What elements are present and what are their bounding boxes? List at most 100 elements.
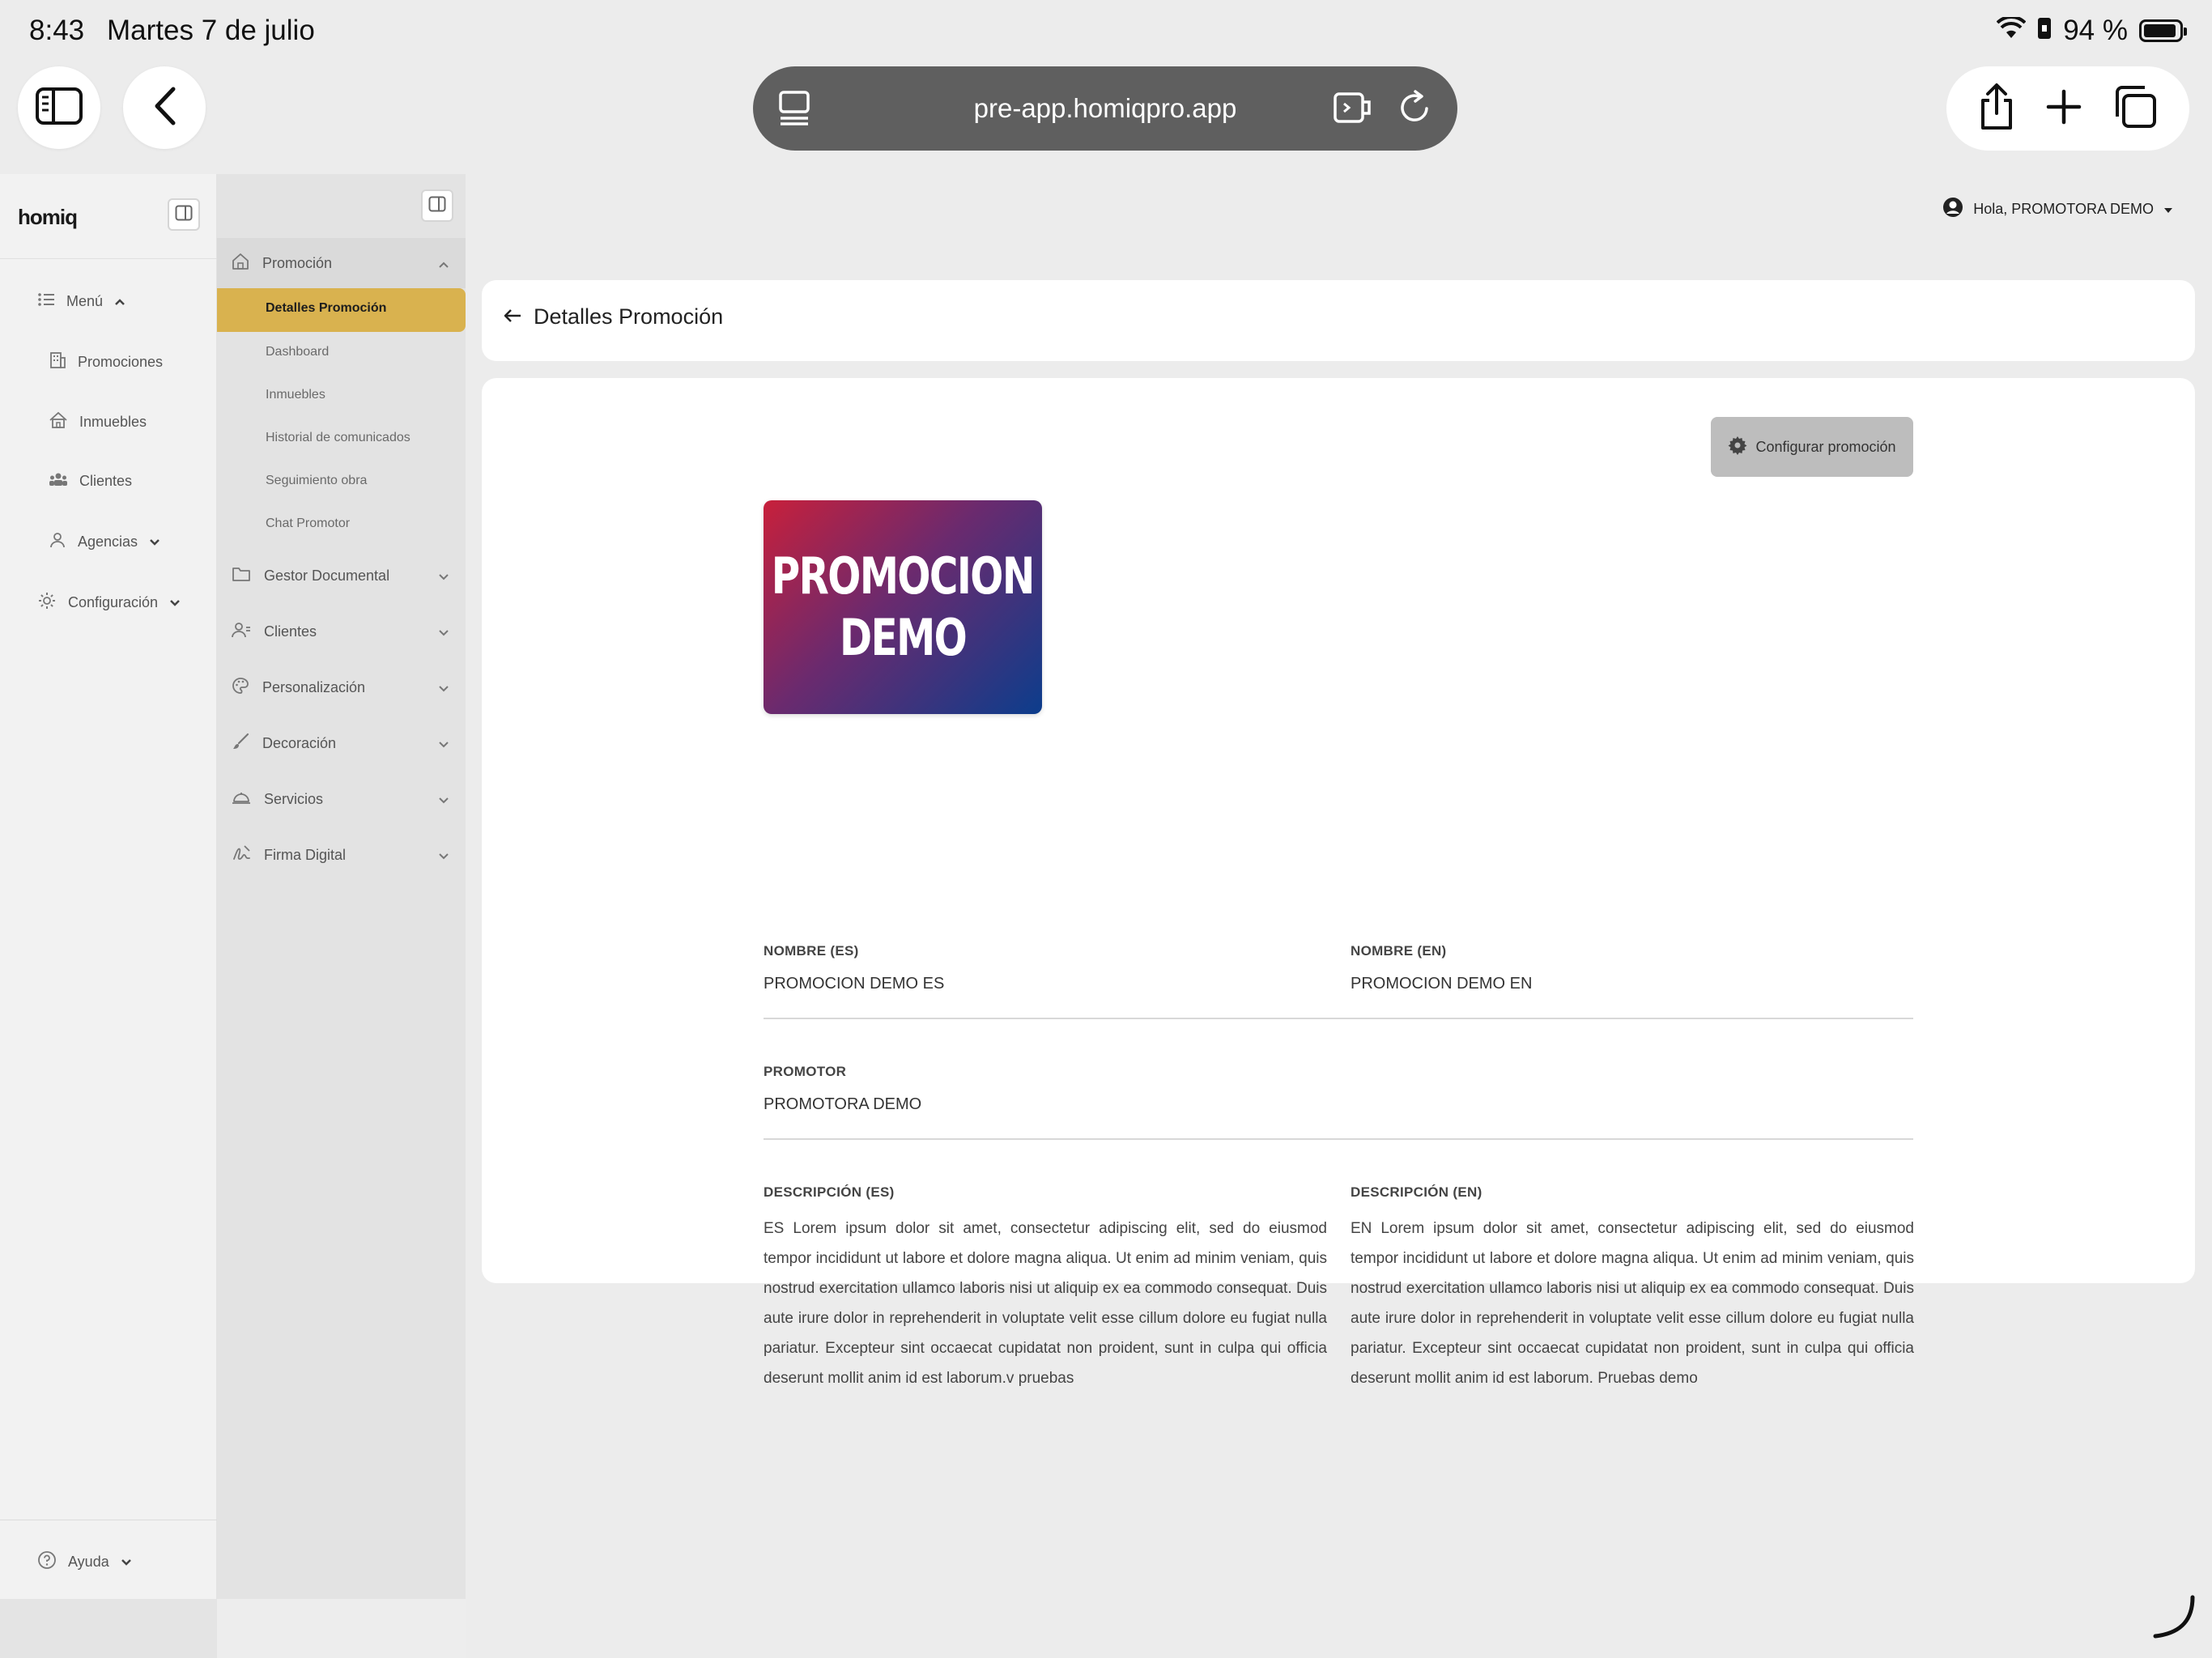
subnav-group-gestor-documental[interactable]: Gestor Documental [217,551,466,601]
page-title: Detalles Promoción [534,304,724,329]
promotor-value: PROMOTORA DEMO [764,1095,922,1113]
chevron-down-icon [438,848,449,865]
sidebar-footer [0,1599,217,1658]
corner-gesture-icon [2150,1594,2196,1643]
subnav-group-promocion[interactable]: Promoción [217,238,466,288]
chevron-down-icon [169,594,181,611]
battery-percentage: 94 % [2063,15,2128,46]
divider [764,1138,1913,1140]
secondary-sidebar: Promoción Detalles Promoción Dashboard I… [217,174,466,1599]
subnav-group-firma-digital[interactable]: Firma Digital [217,830,466,880]
menu-toggle[interactable]: Menú [37,291,125,312]
chevron-down-icon [438,736,449,753]
url-text: pre-app.homiqpro.app [973,93,1237,123]
house-icon [49,411,68,433]
sidebar-icon [36,87,83,129]
share-icon[interactable] [1978,83,2015,135]
chevron-down-icon [438,568,449,585]
descripcion-es-text: ES Lorem ipsum dolor sit amet, consectet… [764,1220,1327,1387]
subnav-group-label: Gestor Documental [264,567,390,584]
divider [0,258,217,259]
descripcion-en-text: EN Lorem ipsum dolor sit amet, consectet… [1351,1220,1914,1387]
subnav-group-label: Promoción [262,254,333,271]
help-label: Ayuda [68,1554,109,1570]
sidebar-item-inmuebles[interactable]: Inmuebles [49,411,147,433]
user-greeting: Hola, PROMOTORA DEMO [1973,201,2154,217]
nombre-es-value: PROMOCION DEMO ES [764,975,945,993]
wifi-icon [1996,15,2027,47]
help-menu[interactable]: Ayuda [37,1550,132,1574]
subnav-group-label: Servicios [264,790,324,807]
subnav-item-historial[interactable]: Historial de comunicados [266,431,410,445]
help-icon [37,1550,57,1574]
collapse-subnav-button[interactable] [421,189,453,222]
configure-promotion-button[interactable]: Configurar promoción [1711,417,1913,477]
divider [764,1018,1913,1019]
chevron-down-icon [438,792,449,809]
tabs-overview-icon[interactable] [2112,84,2158,134]
sidebar-item-agencias[interactable]: Agencias [49,531,160,553]
subnav-item-chat[interactable]: Chat Promotor [266,517,350,531]
person-icon [49,531,66,553]
subnav-item-label: Detalles Promoción [266,301,387,315]
subnav-item-dashboard[interactable]: Dashboard [266,345,329,359]
promotion-details-card: Configurar promoción PROMOCION DEMO NOMB… [482,378,2195,1387]
battery-icon [2139,19,2187,42]
subnav-group-label: Decoración [262,734,337,751]
users-icon [49,471,68,491]
descripcion-es-label: DESCRIPCIÓN (ES) [764,1184,895,1200]
subnav-group-label: Clientes [264,623,317,640]
subnav-group-label: Firma Digital [264,846,347,863]
sidebar-item-clientes[interactable]: Clientes [49,471,132,491]
arrow-left-icon[interactable] [503,308,522,328]
chevron-left-icon [152,86,177,130]
sidebar-item-label: Inmuebles [79,414,147,430]
gear-icon [37,591,57,614]
app-container: homiq Menú Promociones Inmuebles Cliente… [0,174,2212,1658]
subnav-group-label: Personalización [262,678,366,695]
chevron-down-icon [149,534,160,551]
caret-down-icon [2163,201,2173,218]
chevron-up-icon [114,293,125,310]
sidebar-item-label: Agencias [78,534,138,550]
sidebar-item-label: Clientes [79,473,133,489]
user-menu[interactable]: Hola, PROMOTORA DEMO [1942,197,2173,222]
back-button[interactable] [123,66,206,149]
nombre-en-value: PROMOCION DEMO EN [1351,975,1533,993]
subnav-item-inmuebles[interactable]: Inmuebles [266,388,325,402]
extension-icon[interactable] [1333,89,1373,133]
subnav-group-personalizacion[interactable]: Personalización [217,662,466,712]
sidebar-toggle-button[interactable] [18,66,100,149]
palette-icon [232,677,249,699]
subnav-footer [217,1599,466,1658]
list-icon [37,291,55,312]
panel-icon [175,205,193,225]
reload-icon[interactable] [1397,89,1433,133]
new-tab-icon[interactable] [2046,89,2082,129]
signature-icon [232,844,251,866]
subnav-item-seguimiento[interactable]: Seguimiento obra [266,474,367,488]
page-header-card: Detalles Promoción [482,280,2195,361]
sidebar-item-configuracion[interactable]: Configuración [37,591,181,614]
primary-sidebar: homiq Menú Promociones Inmuebles Cliente… [0,174,217,1599]
lock-rotation-icon [2037,15,2052,47]
subnav-group-servicios[interactable]: Servicios [217,774,466,824]
collapse-sidebar-button[interactable] [168,198,200,231]
subnav-group-decoracion[interactable]: Decoración [217,718,466,768]
configure-promotion-label: Configurar promoción [1755,438,1896,455]
address-bar[interactable]: pre-app.homiqpro.app [753,66,1457,151]
status-bar: 8:43 Martes 7 de julio 94 % [0,0,2212,65]
chevron-up-icon [438,256,449,273]
homiq-logo: homiq [18,205,78,229]
users-icon [232,621,251,643]
sidebar-item-promociones[interactable]: Promociones [49,351,163,373]
subnav-group-clientes[interactable]: Clientes [217,606,466,657]
status-indicators: 94 % [1996,15,2187,47]
chevron-down-icon [121,1554,132,1571]
page-menu-icon[interactable] [777,89,811,133]
nombre-en-label: NOMBRE (EN) [1351,943,1447,959]
promotion-image: PROMOCION DEMO [764,500,1042,714]
folder-icon [232,566,251,586]
building-icon [49,351,66,373]
panel-icon [428,196,446,216]
